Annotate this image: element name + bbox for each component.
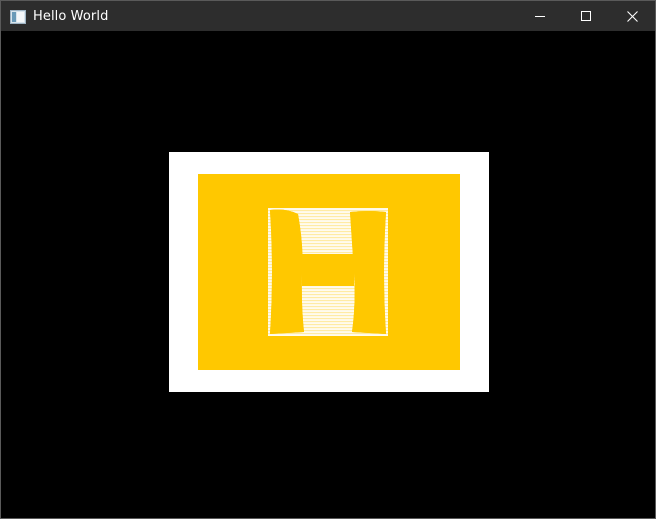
app-window-icon bbox=[10, 9, 26, 24]
maximize-button[interactable] bbox=[563, 1, 609, 31]
window-title: Hello World bbox=[33, 8, 109, 24]
window-controls bbox=[517, 1, 655, 31]
close-icon bbox=[626, 10, 638, 22]
app-window: Hello World bbox=[0, 0, 656, 519]
minimize-button[interactable] bbox=[517, 1, 563, 31]
title-bar[interactable]: Hello World bbox=[1, 1, 655, 31]
minimize-icon bbox=[535, 16, 545, 17]
render-canvas[interactable] bbox=[8, 31, 649, 512]
yellow-quad bbox=[198, 174, 460, 370]
white-frame bbox=[169, 152, 489, 392]
letter-h-glyph bbox=[268, 208, 388, 336]
close-button[interactable] bbox=[609, 1, 655, 31]
maximize-icon bbox=[581, 11, 591, 21]
